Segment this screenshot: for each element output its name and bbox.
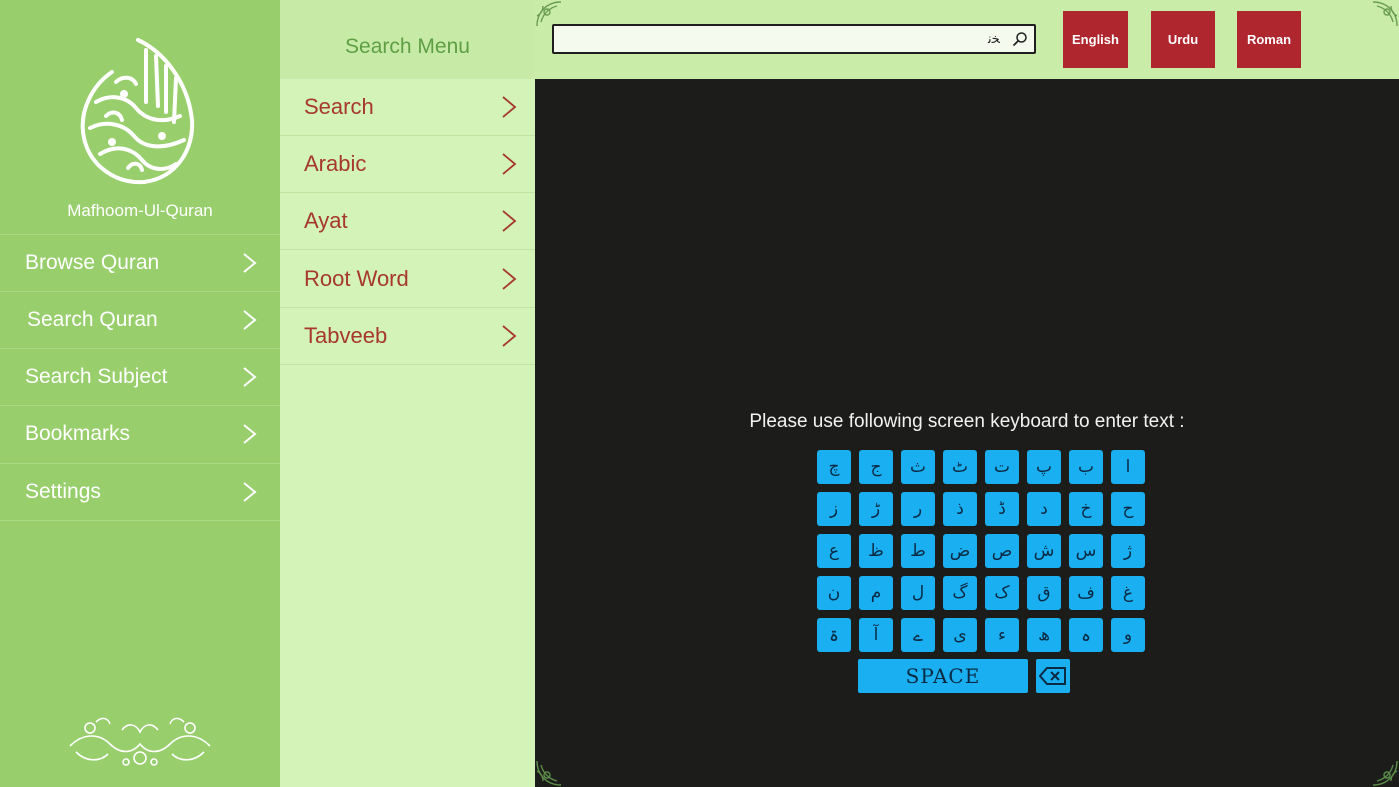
keyboard-key[interactable]: ڈ bbox=[985, 492, 1019, 526]
chevron-right-icon bbox=[243, 482, 257, 502]
keyboard-key[interactable]: س bbox=[1069, 534, 1103, 568]
keyboard-key[interactable]: غ bbox=[1111, 576, 1145, 610]
menu-item-root-word[interactable]: Root Word bbox=[280, 251, 535, 308]
keyboard-key[interactable]: ٹ bbox=[943, 450, 977, 484]
keyboard-key[interactable]: ر bbox=[901, 492, 935, 526]
left-navigation: Mafhoom-Ul-Quran Browse Quran Search Qur… bbox=[0, 0, 280, 787]
keyboard-key[interactable]: ض bbox=[943, 534, 977, 568]
keyboard-key[interactable]: ش bbox=[1027, 534, 1061, 568]
keyboard-key[interactable]: ح bbox=[1111, 492, 1145, 526]
keyboard-key[interactable]: ص bbox=[985, 534, 1019, 568]
chevron-right-icon bbox=[502, 210, 517, 232]
keyboard-key[interactable]: ع bbox=[817, 534, 851, 568]
menu-item-arabic[interactable]: Arabic bbox=[280, 136, 535, 193]
keyboard-key[interactable]: ژ bbox=[1111, 534, 1145, 568]
keyboard-key[interactable]: د bbox=[1027, 492, 1061, 526]
backspace-icon bbox=[1039, 667, 1066, 685]
search-box bbox=[552, 24, 1036, 54]
english-button[interactable]: English bbox=[1063, 11, 1128, 68]
chevron-right-icon bbox=[243, 310, 257, 330]
keyboard-key[interactable]: ت bbox=[985, 450, 1019, 484]
keyboard-key[interactable]: ہ bbox=[1069, 618, 1103, 652]
corner-ornament-icon bbox=[1372, 1, 1398, 27]
menu-item-label: Ayat bbox=[304, 208, 348, 233]
search-icon[interactable] bbox=[1012, 31, 1028, 47]
keyboard-key[interactable]: ا bbox=[1111, 450, 1145, 484]
urdu-button[interactable]: Urdu bbox=[1151, 11, 1215, 68]
menu-item-ayat[interactable]: Ayat bbox=[280, 193, 535, 250]
search-menu-panel: Search Menu Search Arabic Ayat Root Word… bbox=[280, 0, 535, 787]
keyboard-key[interactable]: ھ bbox=[1027, 618, 1061, 652]
corner-ornament-icon bbox=[536, 760, 562, 786]
menu-item-tabveeb[interactable]: Tabveeb bbox=[280, 308, 535, 365]
backspace-key[interactable] bbox=[1036, 659, 1070, 693]
keyboard-key[interactable]: ث bbox=[901, 450, 935, 484]
floral-ornament-icon bbox=[69, 717, 211, 766]
nav-item-label: Search Subject bbox=[25, 365, 168, 388]
space-key[interactable]: SPACE bbox=[858, 659, 1028, 693]
keyboard-instruction: Please use following screen keyboard to … bbox=[749, 411, 1185, 432]
keyboard-key[interactable]: ف bbox=[1069, 576, 1103, 610]
keyboard-key[interactable]: ک bbox=[985, 576, 1019, 610]
keyboard-key[interactable]: ڑ bbox=[859, 492, 893, 526]
chevron-right-icon bbox=[502, 96, 517, 118]
menu-item-label: Arabic bbox=[304, 151, 367, 176]
nav-item-bookmarks[interactable]: Bookmarks bbox=[0, 405, 280, 462]
keyboard-key[interactable]: و bbox=[1111, 618, 1145, 652]
top-bar: English Urdu Roman bbox=[535, 0, 1399, 79]
keyboard-key[interactable]: گ bbox=[943, 576, 977, 610]
keyboard-key[interactable]: ء bbox=[985, 618, 1019, 652]
nav-item-label: Settings bbox=[25, 480, 101, 503]
search-menu-title: Search Menu bbox=[345, 35, 470, 58]
nav-item-browse-quran[interactable]: Browse Quran bbox=[0, 234, 280, 291]
keyboard-key[interactable]: آ bbox=[859, 618, 893, 652]
roman-button[interactable]: Roman bbox=[1237, 11, 1301, 68]
nav-item-label: Bookmarks bbox=[25, 422, 131, 445]
menu-item-label: Tabveeb bbox=[304, 323, 388, 348]
chevron-right-icon bbox=[502, 153, 517, 175]
menu-item-search[interactable]: Search bbox=[280, 79, 535, 136]
keyboard-key[interactable]: ج bbox=[859, 450, 893, 484]
keyboard-key[interactable]: ب bbox=[1069, 450, 1103, 484]
keyboard-key[interactable]: پ bbox=[1027, 450, 1061, 484]
keyboard-key[interactable]: ظ bbox=[859, 534, 893, 568]
keyboard-key[interactable]: خ bbox=[1069, 492, 1103, 526]
chevron-right-icon bbox=[502, 268, 517, 290]
nav-item-settings[interactable]: Settings bbox=[0, 463, 280, 520]
nav-divider bbox=[0, 520, 280, 521]
keyboard-key[interactable]: ل bbox=[901, 576, 935, 610]
app-name: Mafhoom-Ul-Quran bbox=[67, 201, 213, 220]
chevron-right-icon bbox=[243, 253, 257, 273]
app-window: Mafhoom-Ul-Quran Browse Quran Search Qur… bbox=[0, 0, 1399, 787]
menu-item-label: Root Word bbox=[304, 266, 409, 291]
keyboard-key[interactable]: ن bbox=[817, 576, 851, 610]
keyboard-key[interactable]: ے bbox=[901, 618, 935, 652]
search-menu-header: Search Menu bbox=[280, 0, 535, 79]
keyboard-key[interactable]: ط bbox=[901, 534, 935, 568]
nav-item-search-subject[interactable]: Search Subject bbox=[0, 348, 280, 405]
chevron-right-icon bbox=[243, 367, 257, 387]
keyboard-key[interactable]: ی bbox=[943, 618, 977, 652]
menu-item-label: Search bbox=[304, 94, 374, 119]
search-input[interactable] bbox=[560, 29, 1000, 49]
nav-item-label: Search Quran bbox=[27, 308, 158, 331]
chevron-right-icon bbox=[502, 325, 517, 347]
keyboard-key[interactable]: ق bbox=[1027, 576, 1061, 610]
nav-item-label: Browse Quran bbox=[25, 251, 160, 274]
keyboard-key[interactable]: ۃ bbox=[817, 618, 851, 652]
keyboard-key[interactable]: ز bbox=[817, 492, 851, 526]
nav-item-search-quran[interactable]: Search Quran bbox=[0, 291, 280, 348]
corner-ornament-icon bbox=[1372, 760, 1398, 786]
chevron-right-icon bbox=[243, 424, 257, 444]
keyboard-key[interactable]: چ bbox=[817, 450, 851, 484]
quran-calligraphy-logo bbox=[80, 38, 195, 185]
keyboard-key[interactable]: م bbox=[859, 576, 893, 610]
content-area: Please use following screen keyboard to … bbox=[535, 79, 1399, 787]
keyboard-key[interactable]: ذ bbox=[943, 492, 977, 526]
